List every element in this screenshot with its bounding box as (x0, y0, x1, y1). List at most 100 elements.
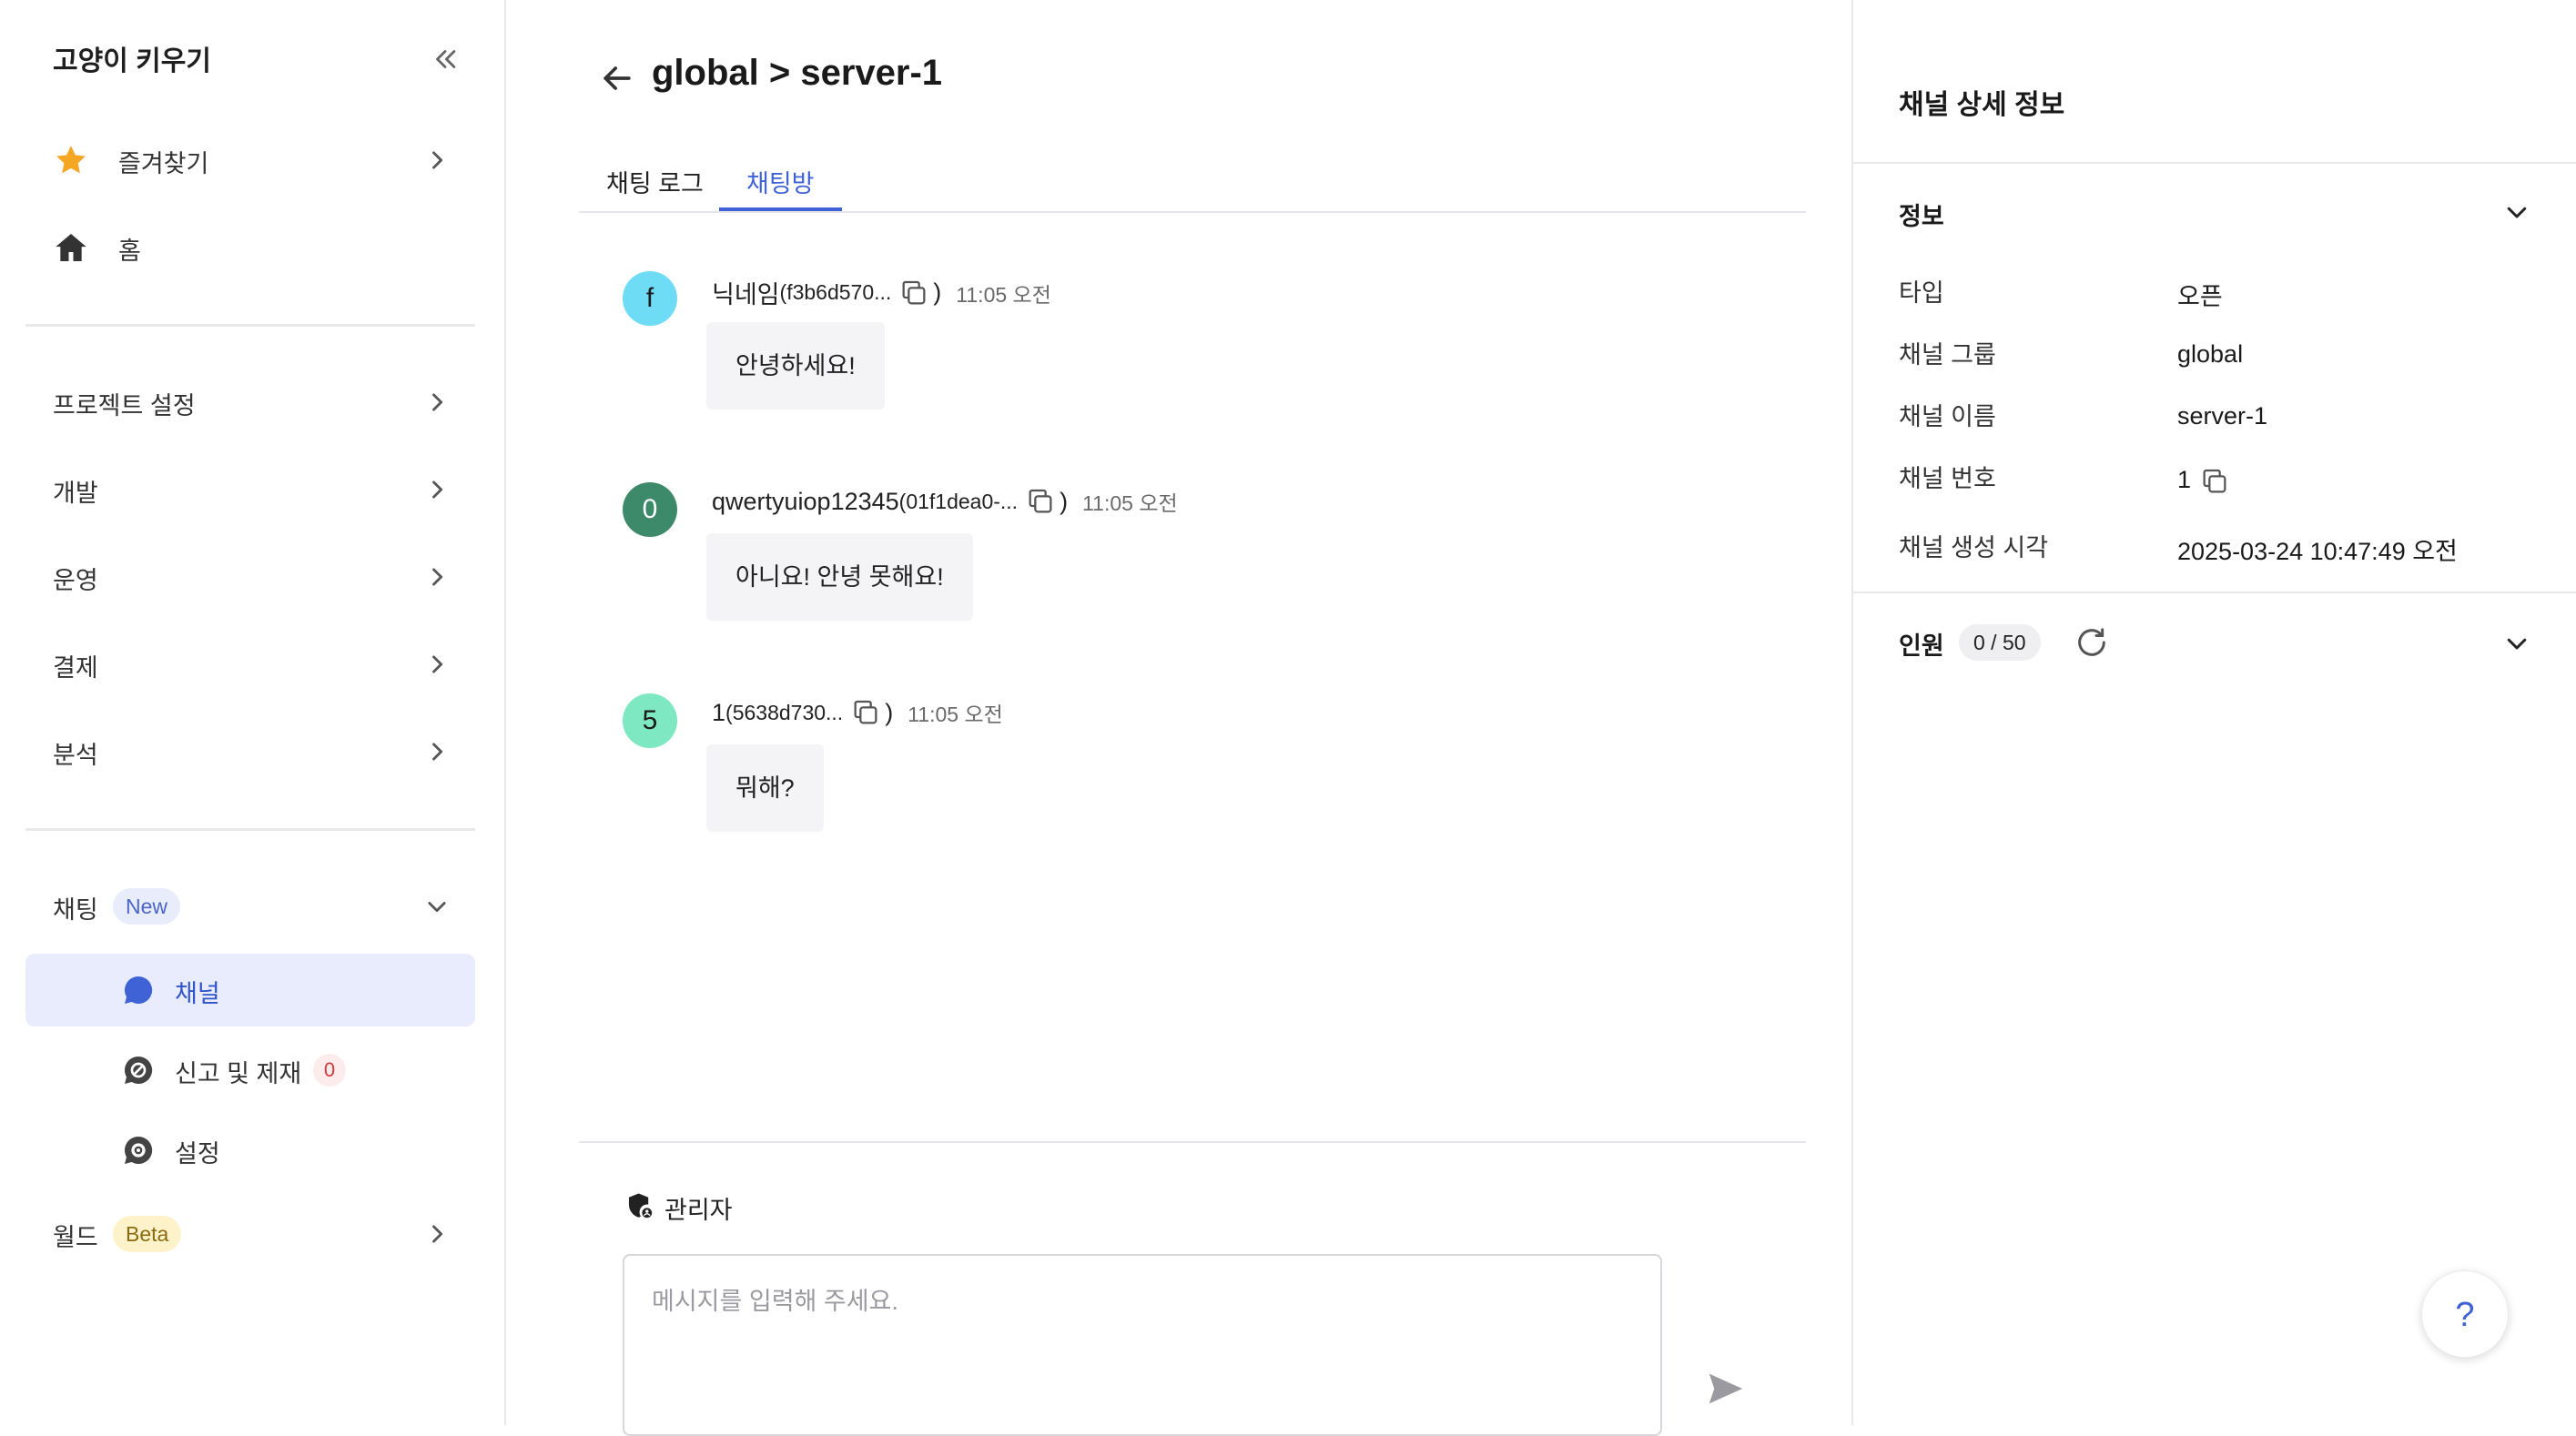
message-input[interactable] (623, 1254, 1662, 1436)
field-value: 오픈 (2177, 283, 2223, 310)
report-count-badge: 0 (313, 1054, 346, 1087)
help-button[interactable]: ? (2421, 1270, 2509, 1358)
panel-divider (1853, 592, 2576, 593)
field-key: 채널 번호 (1899, 465, 1996, 492)
sidebar-item-world[interactable]: 월드 Beta (25, 1198, 475, 1270)
collapse-sidebar-icon[interactable] (430, 44, 461, 75)
message-time: 11:05 오전 (1082, 491, 1178, 515)
sender-id: (f3b6d570... (779, 280, 892, 304)
chevron-right-icon (424, 147, 450, 173)
chevron-down-icon (2503, 198, 2530, 226)
back-arrow-icon[interactable] (597, 58, 637, 98)
sidebar-item-favorites[interactable]: 즐겨찾기 (25, 124, 475, 197)
copy-icon[interactable] (2199, 466, 2230, 497)
sidebar-item-label: 운영 (53, 567, 98, 594)
field-key: 채널 생성 시각 (1899, 534, 2049, 561)
chevron-right-icon (424, 477, 450, 502)
members-section-title: 인원 (1899, 632, 1944, 660)
avatar: 0 (623, 482, 677, 537)
sidebar-item-label: 즐겨찾기 (118, 150, 209, 177)
chevron-right-icon (424, 739, 450, 764)
sidebar-item-operations[interactable]: 운영 (25, 541, 475, 613)
sender-id: (5638d730... (725, 700, 844, 724)
chevron-down-icon (2503, 630, 2530, 657)
tab-bar: 채팅 로그 채팅방 (579, 160, 1806, 213)
sidebar-item-label: 결제 (53, 654, 98, 682)
sender-nickname: qwertyuiop12345 (712, 487, 899, 515)
info-section-title: 정보 (1899, 203, 1944, 230)
sidebar-item-project-settings[interactable]: 프로젝트 설정 (25, 366, 475, 439)
chevron-right-icon (424, 652, 450, 677)
beta-badge: Beta (113, 1216, 182, 1252)
avatar: f (623, 271, 677, 326)
field-key: 채널 그룹 (1899, 341, 1996, 369)
channel-details-panel: 채널 상세 정보 정보 타입 오픈 채널 그룹 global 채널 이름 ser… (1851, 0, 2576, 1425)
send-icon[interactable] (1706, 1370, 1746, 1407)
message-bubble: 안녕하세요! (706, 322, 885, 410)
star-icon (53, 142, 89, 178)
refresh-icon[interactable] (2074, 624, 2110, 661)
message-bubble: 뭐해? (706, 744, 824, 832)
new-badge: New (113, 888, 181, 925)
tab-chat-room[interactable]: 채팅방 (719, 167, 842, 211)
sidebar-item-label: 분석 (53, 742, 98, 769)
field-key: 타입 (1899, 279, 1944, 307)
field-value: 1 (2177, 466, 2192, 493)
sender-id-close: ) (1060, 487, 1069, 515)
copy-icon[interactable] (1025, 486, 1056, 517)
sidebar-item-label: 프로젝트 설정 (53, 392, 196, 420)
sender-id: (01f1dea0-... (898, 489, 1019, 513)
sidebar-item-label: 신고 및 제재 (175, 1060, 302, 1087)
sidebar-divider (25, 828, 475, 831)
page-title: global > server-1 (652, 53, 943, 93)
main-content: global > server-1 채팅 로그 채팅방 f 닉네임(f3b6d5… (506, 0, 1851, 1436)
composer-divider (579, 1141, 1806, 1143)
chevron-right-icon (424, 389, 450, 415)
sidebar-item-label: 월드 (53, 1224, 98, 1251)
message-bubble: 아니요! 안녕 못해요! (706, 533, 973, 621)
home-icon (53, 229, 89, 266)
sidebar-header: 고양이 키우기 (53, 35, 461, 82)
sidebar-item-settings[interactable]: 설정 (25, 1114, 475, 1187)
message-header: qwertyuiop12345(01f1dea0-...) 11:05 오전 (712, 486, 1178, 522)
sidebar-item-channel[interactable]: 채널 (25, 954, 475, 1026)
gear-icon (120, 1132, 157, 1168)
project-title: 고양이 키우기 (53, 46, 211, 76)
panel-title: 채널 상세 정보 (1899, 90, 2065, 120)
chat-bubble-icon (120, 972, 157, 1008)
sender-nickname: 닉네임 (712, 281, 780, 308)
sender-nickname: 1 (712, 698, 726, 726)
message-header: 1(5638d730...) 11:05 오전 (712, 697, 1003, 733)
sidebar-item-label: 채널 (175, 980, 220, 1007)
message-header: 닉네임(f3b6d570...) 11:05 오전 (712, 275, 1051, 311)
sidebar-item-chat[interactable]: 채팅 New (25, 870, 475, 943)
field-value: global (2177, 340, 2244, 368)
sidebar-item-label: 개발 (53, 480, 98, 507)
sender-id-close: ) (885, 698, 894, 726)
field-value: server-1 (2177, 402, 2268, 430)
copy-icon[interactable] (898, 278, 929, 308)
sidebar-item-report[interactable]: 신고 및 제재 0 (25, 1034, 475, 1107)
field-key: 채널 이름 (1899, 403, 1996, 430)
panel-divider (1853, 162, 2576, 164)
sidebar-item-label: 설정 (175, 1140, 220, 1168)
avatar: 5 (623, 693, 677, 748)
sidebar-item-payment[interactable]: 결제 (25, 628, 475, 701)
shield-user-icon (624, 1190, 655, 1221)
message-time: 11:05 오전 (956, 282, 1051, 307)
copy-icon[interactable] (850, 697, 881, 728)
members-count-badge: 0 / 50 (1959, 624, 2041, 661)
sidebar-item-label: 홈 (118, 238, 141, 265)
sidebar-item-development[interactable]: 개발 (25, 453, 475, 526)
chevron-down-icon (424, 894, 450, 919)
chevron-right-icon (424, 564, 450, 590)
sidebar: 고양이 키우기 즐겨찾기 홈 프로젝트 설정 개발 운영 결제 분석 채팅 Ne… (0, 0, 506, 1425)
sender-id-close: ) (933, 278, 942, 306)
sidebar-divider (25, 324, 475, 327)
sidebar-item-analytics[interactable]: 분석 (25, 715, 475, 788)
message-time: 11:05 오전 (908, 703, 1003, 726)
sidebar-item-home[interactable]: 홈 (25, 211, 475, 284)
chevron-right-icon (424, 1221, 450, 1247)
tab-chat-log[interactable]: 채팅 로그 (579, 167, 731, 211)
field-value: 2025-03-24 10:47:49 오전 (2177, 538, 2458, 565)
